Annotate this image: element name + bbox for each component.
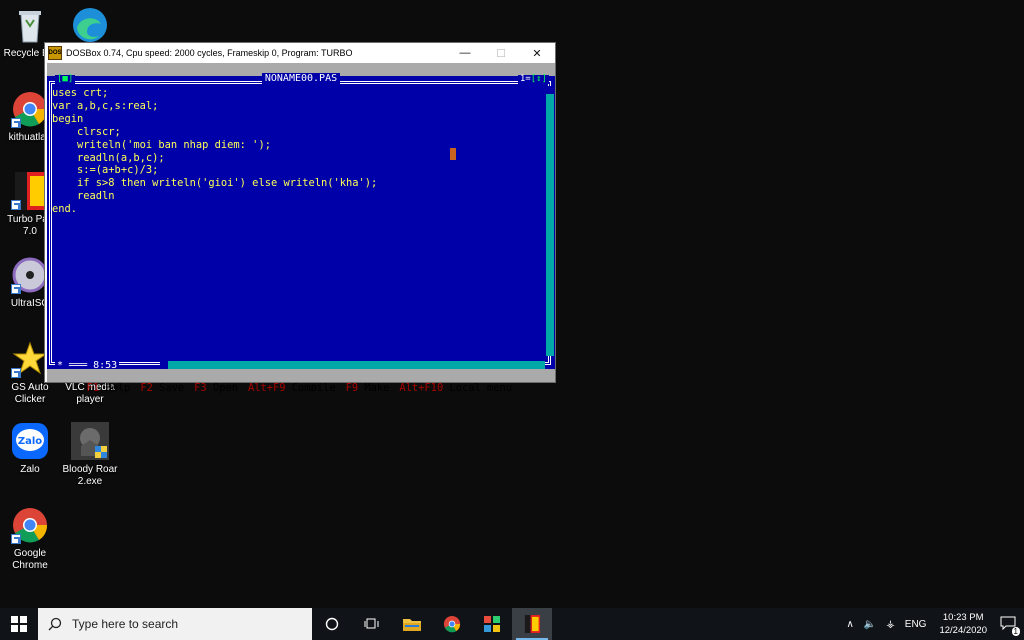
volume-icon[interactable]: 🔈 (864, 619, 876, 630)
editor-window[interactable]: NONAME00.PAS [■] 1=[↕] uses crt; var a,b… (47, 73, 555, 371)
dosbox-window[interactable]: DOS DOSBox 0.74, Cpu speed: 2000 cycles,… (44, 42, 556, 394)
clock-time: 10:23 PM (942, 612, 984, 623)
taskbar: Type here to search ∧ 🔈 ⚶ ENG 10:23 PM 1… (0, 608, 1024, 640)
input-language[interactable]: ENG (905, 619, 927, 630)
clock[interactable]: 10:23 PM 12/24/2020 (939, 611, 987, 637)
taskbar-app-windows-logo[interactable] (472, 608, 512, 640)
status-help[interactable]: F1 Help (87, 382, 131, 394)
editor-close-box[interactable]: [■] (55, 75, 76, 84)
status-local-menu[interactable]: Alt+F10 Local menu (399, 382, 512, 394)
ide-statusbar: F1 Help F2 Save F3 Open Alt+F9 Compile F9 Ma… (47, 369, 555, 394)
task-view-button[interactable] (352, 608, 392, 640)
show-hidden-icons-chevron-icon[interactable]: ∧ (847, 619, 854, 630)
taskbar-chrome[interactable] (432, 608, 472, 640)
editor-title: NONAME00.PAS (47, 73, 555, 85)
close-button[interactable]: ✕ (519, 47, 555, 60)
chrome-icon (11, 506, 49, 544)
editor-window-number[interactable]: 1=[↕] (517, 74, 549, 84)
desktop-icon-zalo[interactable]: Zalo Zalo (0, 422, 60, 476)
notification-count: 1 (1011, 626, 1020, 636)
zalo-icon: Zalo (11, 422, 49, 460)
text-cursor (450, 148, 456, 160)
cortana-icon (325, 617, 339, 631)
edge-icon (71, 6, 109, 44)
file-explorer-icon (403, 619, 421, 631)
source-code[interactable]: uses crt; var a,b,c,s:real; begin clrscr… (52, 87, 377, 216)
action-center-button[interactable]: 1 (1000, 616, 1020, 636)
task-view-icon (364, 618, 379, 629)
search-placeholder: Type here to search (72, 617, 179, 631)
window-titlebar[interactable]: DOS DOSBox 0.74, Cpu speed: 2000 cycles,… (45, 43, 555, 63)
minimize-button[interactable]: — (447, 47, 483, 59)
vertical-scroll-thumb[interactable] (546, 86, 554, 94)
chrome-icon (443, 615, 461, 633)
start-button[interactable] (0, 608, 38, 640)
vertical-scrollbar[interactable] (546, 86, 554, 356)
clock-date: 12/24/2020 (939, 625, 987, 636)
dos-screen[interactable]: ≡FileEditSearchRunCompileDebugToolsOptio… (47, 63, 555, 394)
window-title: DOSBox 0.74, Cpu speed: 2000 cycles, Fra… (66, 48, 353, 58)
svg-text:Zalo: Zalo (18, 436, 42, 447)
dosbox-icon: DOS (48, 46, 62, 60)
bloody-roar-icon (71, 422, 109, 460)
system-tray: ∧ 🔈 ⚶ ENG 10:23 PM 12/24/2020 1 (842, 608, 1024, 640)
turbo-pascal-icon (524, 615, 541, 633)
taskbar-turbo-pascal[interactable] (512, 608, 552, 640)
taskbar-search[interactable]: Type here to search (38, 608, 312, 640)
status-save[interactable]: F2 Save (140, 382, 184, 394)
network-icon[interactable]: ⚶ (886, 619, 895, 630)
desktop-icon-google-chrome[interactable]: Google Chrome (0, 506, 60, 572)
search-icon (48, 617, 62, 631)
taskbar-file-explorer[interactable] (392, 608, 432, 640)
recycle-bin-icon (11, 6, 49, 44)
app-grid-icon (484, 616, 500, 632)
status-make[interactable]: F9 Make (346, 382, 390, 394)
maximize-button[interactable]: ☐ (483, 47, 519, 60)
status-open[interactable]: F3 Open (194, 382, 238, 394)
cortana-button[interactable] (312, 608, 352, 640)
windows-icon (11, 616, 27, 632)
status-compile[interactable]: Alt+F9 Compile (248, 382, 336, 394)
desktop-icon-bloody-roar[interactable]: Bloody Roar 2.exe (60, 422, 120, 488)
editor-zoom-box[interactable]: [↕] (531, 74, 547, 84)
